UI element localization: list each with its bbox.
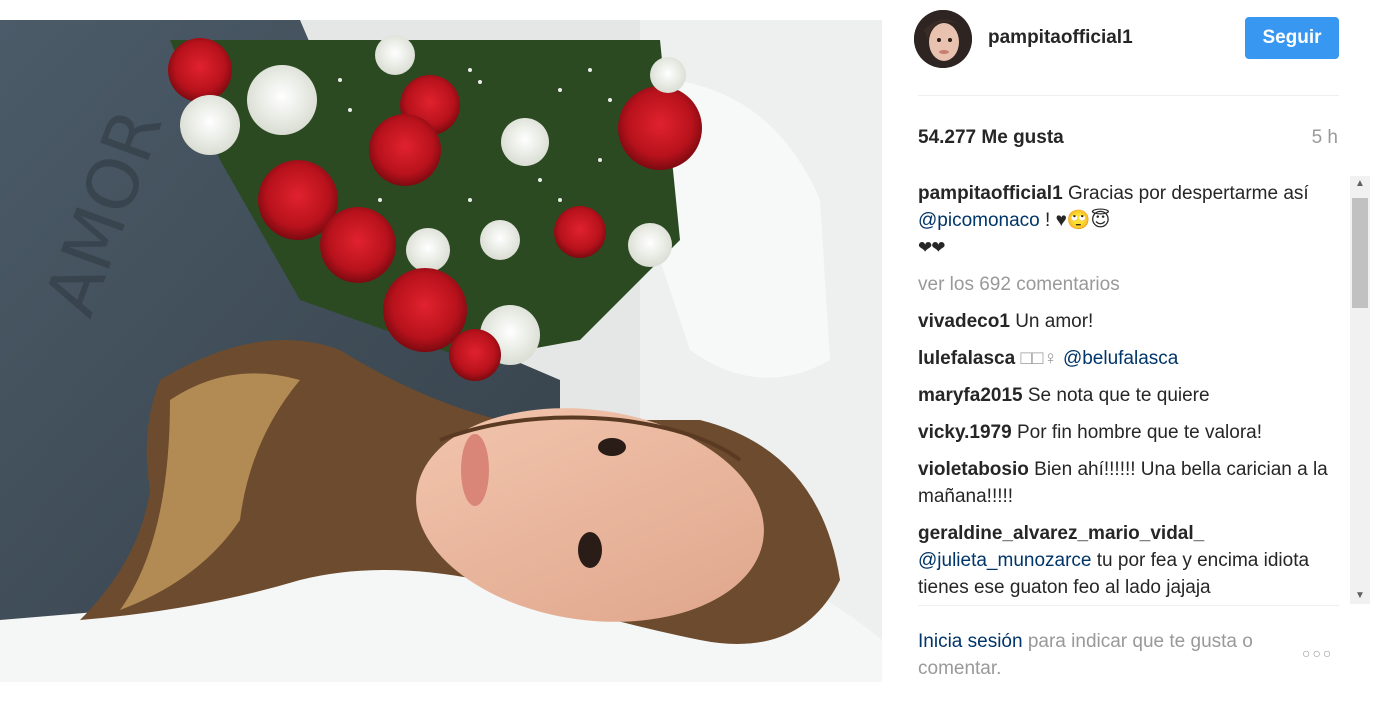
comment-mention[interactable]: @julieta_munozarce [918,550,1092,571]
scroll-up-icon[interactable]: ▲ [1350,176,1370,192]
comment-text: □□♀ [1020,348,1058,369]
divider [918,95,1339,96]
comments-list: pampitaofficial1 Gracias por despertarme… [918,180,1338,605]
comment-item: maryfa2015 Se nota que te quiere [918,382,1338,409]
post-side-panel: pampitaofficial1 Seguir 54.277 Me gusta … [882,0,1373,705]
post-photo: AMOR [0,20,882,682]
scroll-down-icon[interactable]: ▼ [1350,588,1370,604]
comment-item: vivadeco1 Un amor! [918,308,1338,335]
post-header: pampitaofficial1 Seguir [882,0,1373,96]
post-username[interactable]: pampitaofficial1 [988,27,1133,49]
comment-item: geraldine_alvarez_mario_vidal_ @julieta_… [918,520,1338,601]
post-time[interactable]: 5 h [1312,127,1338,149]
comment-user[interactable]: lulefalasca [918,348,1015,369]
caption-text: Gracias por despertarme así [1067,183,1309,204]
comment-item: vicky.1979 Por fin hombre que te valora! [918,419,1338,446]
comment-user[interactable]: maryfa2015 [918,385,1023,406]
caption-emoji: ! ♥🙄😇 [1045,210,1111,231]
follow-button[interactable]: Seguir [1245,17,1339,59]
comments-scrollbar[interactable]: ▲ ▼ [1350,176,1370,604]
avatar[interactable] [914,10,972,68]
login-prompt: Inicia sesión para indicar que te gusta … [918,628,1298,682]
comment-item: lulefalasca □□♀ @belufalasca [918,345,1338,372]
comment-text: Un amor! [1015,311,1094,332]
likes-count[interactable]: 54.277 Me gusta [918,127,1064,149]
comment-text: Por fin hombre que te valora! [1016,422,1262,443]
comment-item: violetabosio Bien ahí!!!!!! Una bella ca… [918,456,1338,510]
caption-mention[interactable]: @picomonaco [918,210,1040,231]
view-all-comments-link[interactable]: ver los 692 comentarios [918,271,1338,298]
caption-emoji-line: ❤❤ [918,238,945,257]
caption-user[interactable]: pampitaofficial1 [918,183,1063,204]
comment-user[interactable]: geraldine_alvarez_mario_vidal_ [918,523,1204,544]
comment-text: Se nota que te quiere [1027,385,1210,406]
scroll-thumb[interactable] [1352,198,1368,308]
more-options-icon[interactable]: ○○○ [1302,645,1333,661]
comment-user[interactable]: vicky.1979 [918,422,1012,443]
login-link[interactable]: Inicia sesión [918,631,1023,652]
divider [918,605,1339,606]
caption: pampitaofficial1 Gracias por despertarme… [918,180,1338,261]
comment-user[interactable]: violetabosio [918,459,1029,480]
comment-user[interactable]: vivadeco1 [918,311,1010,332]
comment-mention[interactable]: @belufalasca [1063,348,1178,369]
